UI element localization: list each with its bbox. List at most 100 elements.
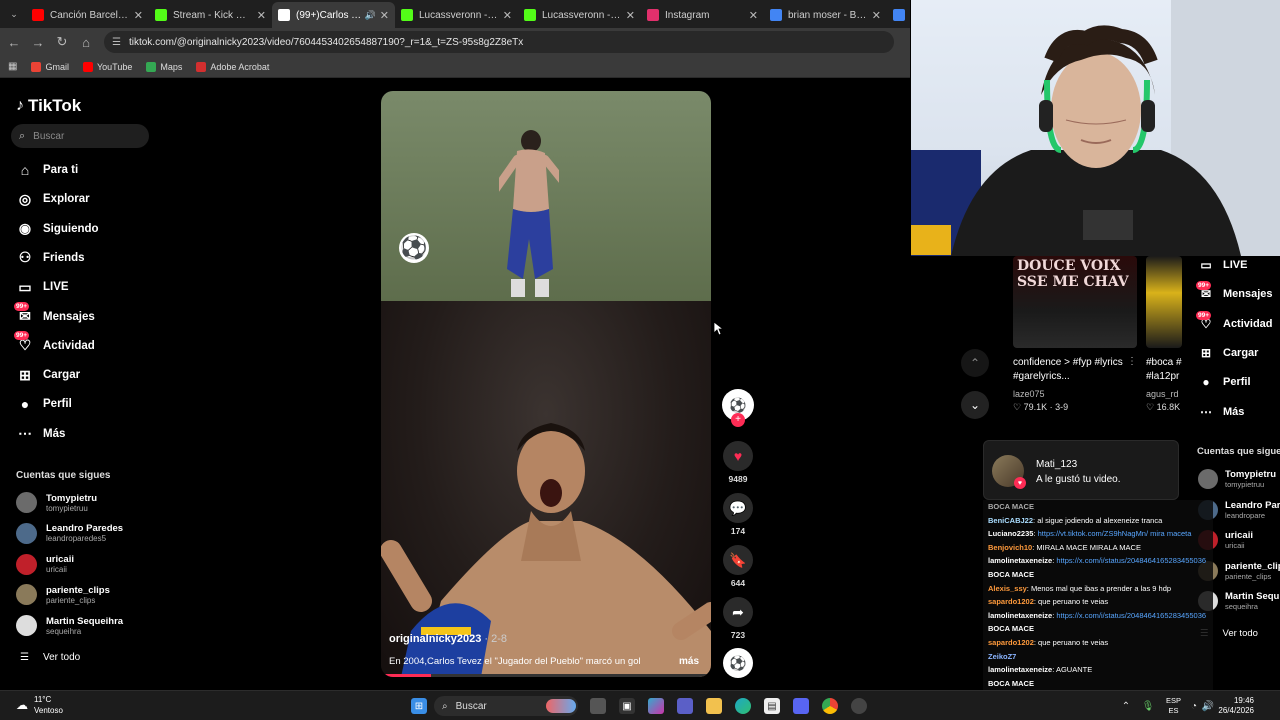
nav-item-friends[interactable]: ⚇ Friends xyxy=(16,249,85,267)
teams-icon[interactable] xyxy=(677,698,693,714)
browser-tab[interactable]: Stream - Kick Dashbo ✕ xyxy=(149,2,272,28)
author-avatar-button[interactable]: ⚽ + xyxy=(722,389,754,427)
next-video-button[interactable]: ⌄ xyxy=(961,391,989,419)
right-nav-item[interactable]: ⊞ Cargar xyxy=(1198,346,1259,360)
close-tab-icon[interactable]: ✕ xyxy=(134,9,143,22)
right-nav-item[interactable]: ⋯ Más xyxy=(1198,405,1244,419)
right-nav-item[interactable]: ✉ 99+ Mensajes xyxy=(1196,281,1273,301)
terminal-icon[interactable]: ▣ xyxy=(619,698,635,714)
follow-plus-icon[interactable]: + xyxy=(731,413,745,427)
right-nav-item[interactable]: ▭ LIVE xyxy=(1198,258,1247,272)
file-explorer-icon[interactable] xyxy=(706,698,722,714)
browser-tab[interactable]: Canción Barcelona - P ✕ xyxy=(26,2,149,28)
following-account[interactable]: Tomypietru tomypietruu xyxy=(16,492,97,513)
close-tab-icon[interactable]: ✕ xyxy=(872,9,881,22)
recommended-thumbnail-1[interactable]: DOUCE VOIX SSE ME CHAV xyxy=(1013,256,1137,348)
thumbnail-menu-icon[interactable]: ⋮ xyxy=(1127,356,1137,367)
edge-icon[interactable] xyxy=(735,698,751,714)
store-icon[interactable]: ▤ xyxy=(764,698,780,714)
language-indicator[interactable]: ESP ES xyxy=(1166,696,1181,716)
nav-item-live[interactable]: ▭ LIVE xyxy=(16,278,68,296)
home-button[interactable]: ⌂ xyxy=(74,35,98,50)
like-button[interactable]: ♥ 9489 xyxy=(722,441,754,484)
like-notification[interactable]: ♥ Mati_123 A le gustó tu video. xyxy=(983,440,1179,500)
video-player[interactable]: ⚽ originalnicky2023 · 2-8 En 2004,Carlos… xyxy=(381,91,711,677)
tiktok-logo[interactable]: ♪ TikTok xyxy=(16,96,81,116)
taskbar-clock[interactable]: 19:46 26/4/2026 xyxy=(1214,696,1254,716)
app-icon[interactable] xyxy=(851,698,867,714)
account-handle: tomypietruu xyxy=(46,503,88,513)
copilot-icon[interactable] xyxy=(648,698,664,714)
see-all-link[interactable]: ☰ Ver todo xyxy=(20,652,80,663)
bookmark-item[interactable]: Adobe Acrobat xyxy=(196,61,269,72)
taskbar-search[interactable]: ⌕ Buscar xyxy=(434,696,578,716)
video-date: · 2-8 xyxy=(481,633,508,645)
following-account[interactable]: Leandro Paredes leandroparedes5 xyxy=(16,522,123,544)
browser-tab[interactable]: brian moser - Buscar ✕ xyxy=(764,2,887,28)
close-tab-icon[interactable]: ✕ xyxy=(626,9,635,22)
following-account[interactable]: uricaii uricaii xyxy=(16,553,74,575)
keyboard-layout: ES xyxy=(1168,706,1179,715)
thumbnail-user-2[interactable]: agus_rd xyxy=(1146,389,1182,399)
speaker-icon[interactable]: 🔊 xyxy=(365,10,376,21)
thumbnail-caption-1[interactable]: confidence > #fyp #lyrics #garelyrics... xyxy=(1013,356,1131,384)
reload-button[interactable]: ↻ xyxy=(50,34,74,50)
caption-more-button[interactable]: más xyxy=(679,656,699,667)
tab-search-button[interactable]: ⌄ xyxy=(2,9,26,20)
address-bar[interactable]: ☰ tiktok.com/@originalnicky2023/video/76… xyxy=(104,31,894,53)
nav-item-actividad[interactable]: ♡ 99+ Actividad xyxy=(14,330,95,355)
bookmark-item[interactable]: Maps xyxy=(146,61,182,72)
video-author[interactable]: originalnicky2023 · 2-8 xyxy=(389,633,507,645)
thumbnail-caption-2[interactable]: #boca # #la12pr xyxy=(1146,356,1182,384)
forward-button[interactable]: → xyxy=(26,35,50,50)
following-account[interactable]: Martin Sequeihra sequeihra xyxy=(16,615,123,637)
nav-item-siguiendo[interactable]: ◉ Siguiendo xyxy=(16,220,99,238)
save-button[interactable]: 🔖 644 xyxy=(722,545,754,588)
nav-item-cargar[interactable]: ⊞ Cargar xyxy=(16,366,80,384)
chrome-icon[interactable] xyxy=(822,698,838,714)
browser-tab[interactable]: Lucassveronn - Watc ✕ xyxy=(518,2,641,28)
browser-tab[interactable]: Instagram ✕ xyxy=(641,2,764,28)
weather-widget[interactable]: ☁ 11°C Ventoso xyxy=(16,694,63,716)
sound-disc-button[interactable]: ⚽ xyxy=(722,648,754,678)
video-progress-bar[interactable] xyxy=(381,674,711,677)
browser-tab[interactable]: Lucassveronn - Watc ✕ xyxy=(395,2,518,28)
bookmark-item[interactable]: YouTube xyxy=(82,61,132,72)
right-nav-item[interactable]: ♡ 99+ Actividad xyxy=(1196,310,1273,331)
nav-item-mensajes[interactable]: ✉ 99+ Mensajes xyxy=(14,301,95,326)
compass-icon: ◎ xyxy=(18,190,32,207)
task-view-icon[interactable] xyxy=(590,698,606,714)
browser-tab-overflow[interactable] xyxy=(887,2,905,28)
apps-icon[interactable]: ▦ xyxy=(8,61,17,72)
tray-expand-icon[interactable]: ⌃ xyxy=(1118,698,1134,714)
share-button[interactable]: ➦ 723 xyxy=(722,597,754,640)
browser-tab[interactable]: (99+)Carlos Tevez🔊 ✕ xyxy=(272,2,395,28)
discord-icon[interactable] xyxy=(793,698,809,714)
close-tab-icon[interactable]: ✕ xyxy=(380,9,389,22)
more-icon: ⋯ xyxy=(18,425,32,442)
chat-username: BOCA MACE xyxy=(988,570,1034,579)
nav-item-explorar[interactable]: ◎ Explorar xyxy=(16,190,90,208)
search-input[interactable]: ⌕ Buscar xyxy=(11,124,149,148)
close-tab-icon[interactable]: ✕ xyxy=(749,9,758,22)
back-button[interactable]: ← xyxy=(2,35,26,50)
close-tab-icon[interactable]: ✕ xyxy=(257,9,266,22)
windows-start-icon[interactable]: ⊞ xyxy=(411,698,427,714)
site-info-icon[interactable]: ☰ xyxy=(112,37,121,48)
previous-video-button[interactable]: ⌃ xyxy=(961,349,989,377)
close-tab-icon[interactable]: ✕ xyxy=(503,9,512,22)
mic-icon[interactable]: 🎙 xyxy=(1140,698,1156,714)
right-following-account[interactable]: Tomypietru tomypietruu xyxy=(1198,469,1276,489)
bookmarks-bar: ▦ Gmail YouTube Maps Adobe Acrobat xyxy=(0,56,910,78)
avatar xyxy=(16,522,37,544)
nav-item-mas[interactable]: ⋯ Más xyxy=(16,425,65,443)
bookmark-item[interactable]: Gmail xyxy=(31,61,69,72)
nav-item-para-ti[interactable]: ⌂ Para ti xyxy=(16,161,78,179)
following-account[interactable]: pariente_clips pariente_clips xyxy=(16,584,110,606)
recommended-thumbnail-2[interactable] xyxy=(1146,256,1182,348)
comment-button[interactable]: 💬 174 xyxy=(722,493,754,536)
thumbnail-user-1[interactable]: laze075 xyxy=(1013,389,1045,399)
account-handle: tomypietruu xyxy=(1225,480,1265,489)
right-nav-item[interactable]: ● Perfil xyxy=(1198,375,1250,389)
nav-item-perfil[interactable]: ● Perfil xyxy=(16,395,72,413)
